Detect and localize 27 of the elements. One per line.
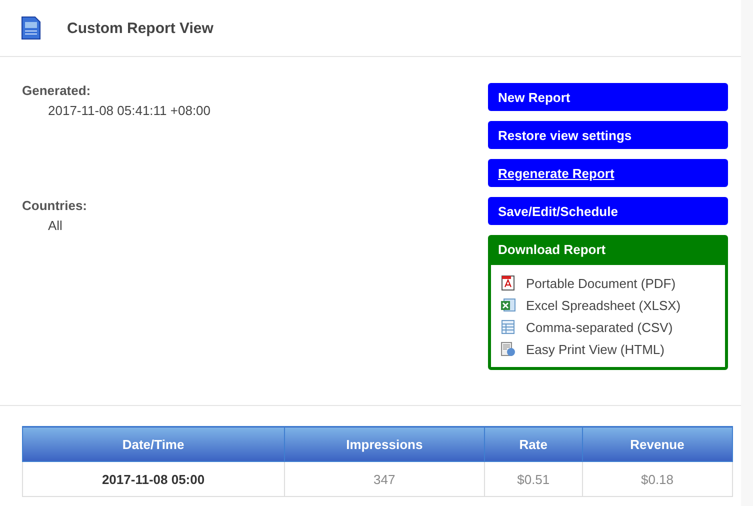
- table-cell: 2017-11-08 05:00: [22, 462, 284, 496]
- column-header[interactable]: Date/Time: [22, 426, 284, 462]
- action-button[interactable]: New Report: [488, 83, 728, 111]
- print-page-icon: [500, 341, 516, 357]
- download-link[interactable]: Comma-separated (CSV): [526, 320, 673, 334]
- action-button[interactable]: Restore view settings: [488, 121, 728, 149]
- download-link[interactable]: Excel Spreadsheet (XLSX): [526, 298, 681, 312]
- table-cell: $0.18: [582, 462, 732, 496]
- report-document-icon: [21, 16, 41, 40]
- download-link[interactable]: Easy Print View (HTML): [526, 342, 664, 356]
- column-header[interactable]: Revenue: [582, 426, 732, 462]
- field-label: Countries:: [22, 198, 88, 213]
- download-link[interactable]: Portable Document (PDF): [526, 276, 676, 290]
- download-panel-title: Download Report: [491, 238, 725, 265]
- column-header[interactable]: Impressions: [284, 426, 485, 462]
- action-button[interactable]: Regenerate Report: [488, 159, 728, 187]
- field-label: Generated:: [22, 83, 92, 98]
- column-header[interactable]: Rate: [484, 426, 582, 462]
- table-cell: $0.51: [484, 462, 582, 496]
- page-title: Custom Report View: [67, 20, 214, 36]
- table-cell: 347: [284, 462, 485, 496]
- field-value: 2017-11-08 05:41:11 +08:00: [47, 103, 211, 118]
- table-file-icon: [500, 319, 516, 335]
- pdf-file-icon: [500, 275, 516, 291]
- spreadsheet-file-icon: [500, 297, 516, 313]
- field-value: All: [47, 218, 64, 233]
- action-button[interactable]: Save/Edit/Schedule: [488, 197, 728, 225]
